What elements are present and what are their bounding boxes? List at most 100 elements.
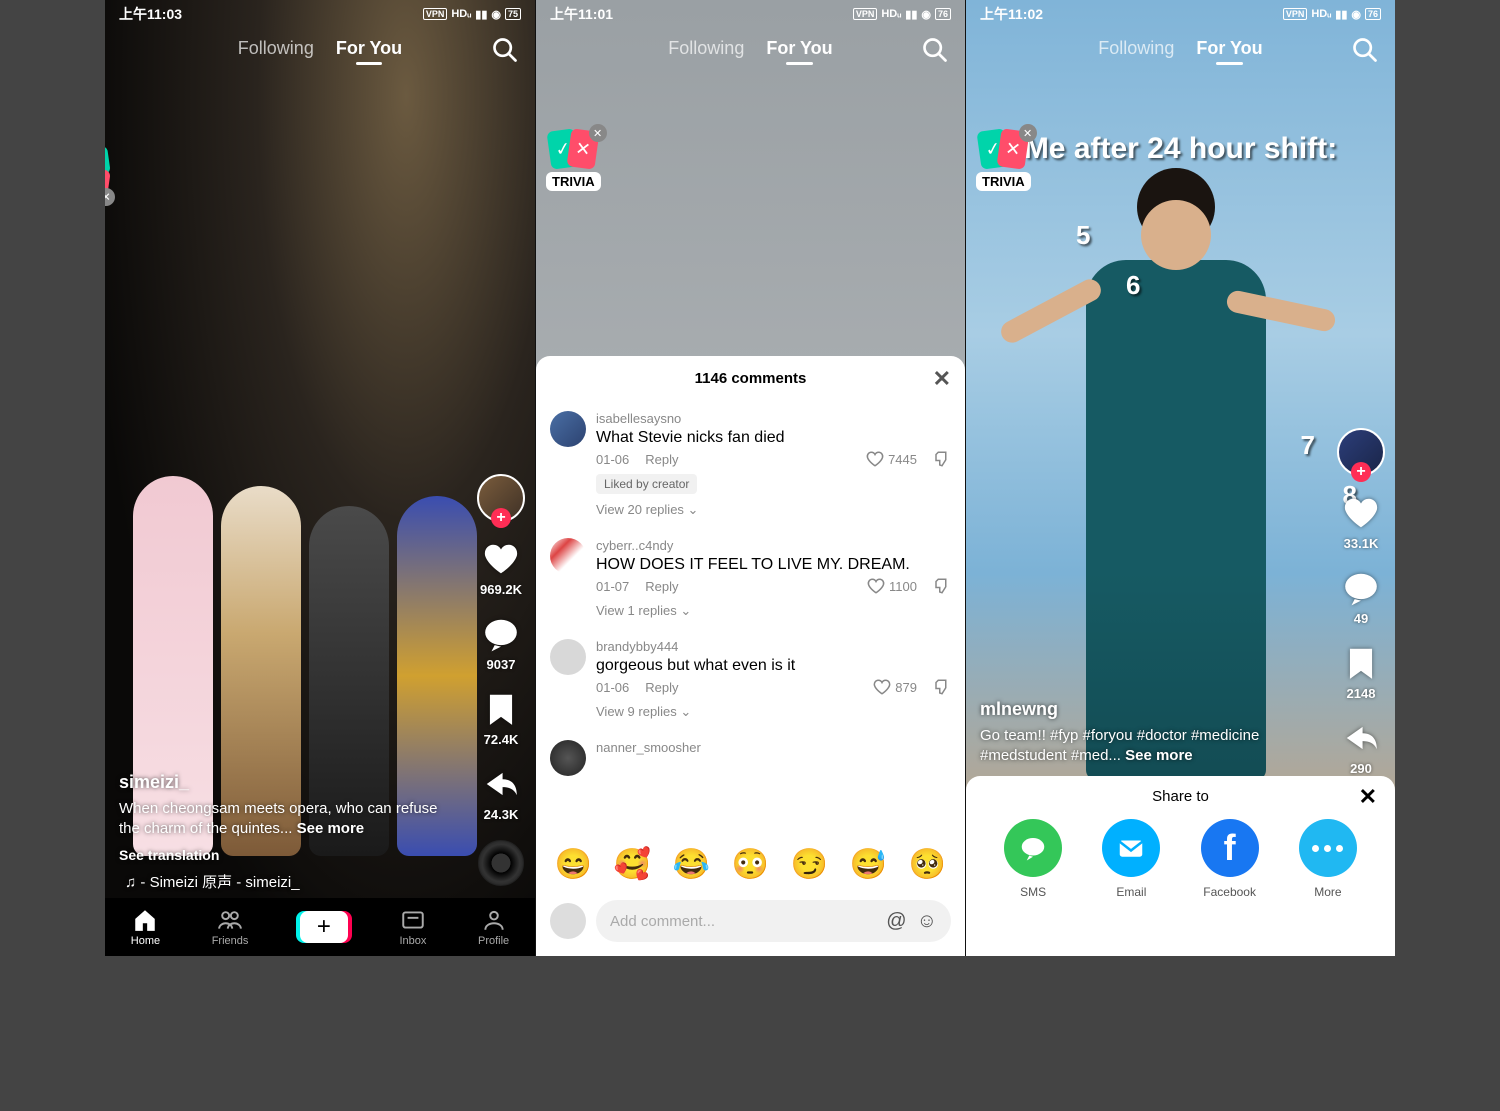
- music-disc-icon[interactable]: [478, 840, 524, 886]
- thumbs-down-icon[interactable]: [933, 577, 951, 595]
- share-button[interactable]: 24.3K: [482, 765, 520, 822]
- nav-inbox-label: Inbox: [400, 935, 427, 947]
- see-translation[interactable]: See translation: [119, 847, 445, 863]
- wifi-icon: ◉: [921, 8, 931, 21]
- comments-list[interactable]: isabellesaysno What Stevie nicks fan die…: [536, 401, 965, 837]
- reply-button[interactable]: Reply: [645, 579, 678, 594]
- search-button[interactable]: [491, 36, 519, 69]
- follow-plus-icon[interactable]: +: [1351, 462, 1371, 482]
- tab-following[interactable]: Following: [668, 38, 744, 59]
- like-button[interactable]: 33.1K: [1342, 494, 1380, 551]
- tab-following[interactable]: Following: [1098, 38, 1174, 59]
- action-rail: + 969.2K 9037 72.4K 24.3K: [477, 474, 525, 886]
- trivia-close-icon[interactable]: ✕: [1019, 124, 1037, 142]
- comment-date: 01-06: [596, 452, 629, 467]
- search-button[interactable]: [921, 36, 949, 69]
- reaction-emoji[interactable]: 😏: [791, 847, 828, 882]
- comment-text: gorgeous but what even is it: [596, 657, 951, 675]
- reaction-emoji[interactable]: 😅: [850, 847, 887, 882]
- commenter-name[interactable]: brandybby444: [596, 639, 951, 654]
- commenter-avatar[interactable]: [550, 639, 586, 675]
- trivia-close-icon[interactable]: ✕: [589, 124, 607, 142]
- search-button[interactable]: [1351, 36, 1379, 69]
- save-button[interactable]: 72.4K: [482, 690, 520, 747]
- trivia-badge[interactable]: ✓✕ TRIVIA ✕: [546, 130, 601, 191]
- signal-icon: ▮▮: [905, 8, 917, 21]
- heart-icon: [482, 540, 520, 578]
- close-share-button[interactable]: ✕: [1359, 784, 1377, 810]
- creator-avatar[interactable]: +: [477, 474, 525, 522]
- create-button[interactable]: +: [300, 911, 348, 943]
- share-option-sms[interactable]: SMS: [1004, 819, 1062, 899]
- commenter-avatar[interactable]: [550, 538, 586, 574]
- comment-button[interactable]: 9037: [482, 615, 520, 672]
- mention-icon[interactable]: @: [886, 910, 906, 933]
- tab-following[interactable]: Following: [238, 38, 314, 59]
- comment-button[interactable]: 49: [1342, 569, 1380, 626]
- self-avatar[interactable]: [550, 903, 586, 939]
- follow-plus-icon[interactable]: +: [491, 508, 511, 528]
- reaction-emoji[interactable]: 🥺: [909, 847, 946, 882]
- like-button[interactable]: 969.2K: [480, 540, 522, 597]
- emoji-icon[interactable]: ☺: [917, 910, 937, 933]
- reaction-emoji[interactable]: 😄: [555, 847, 592, 882]
- nav-friends[interactable]: Friends: [212, 907, 249, 947]
- view-replies-button[interactable]: View 1 replies ⌄: [596, 603, 951, 619]
- tab-for-you[interactable]: For You: [766, 38, 832, 59]
- see-more-button[interactable]: See more: [1125, 747, 1193, 764]
- music-track[interactable]: ♫ - Simeizi 原声 - simeizi_: [119, 871, 445, 892]
- heart-outline-icon[interactable]: [866, 450, 884, 468]
- creator-avatar[interactable]: +: [1337, 428, 1385, 476]
- close-comments-button[interactable]: ✕: [933, 366, 951, 392]
- search-icon: [1351, 36, 1379, 64]
- bookmark-icon: [1342, 644, 1380, 682]
- nav-home[interactable]: Home: [131, 907, 160, 947]
- share-icon: [482, 765, 520, 803]
- reaction-emoji[interactable]: 🥰: [614, 847, 651, 882]
- hd-indicator: HDᵤ: [1311, 8, 1331, 20]
- thumbs-down-icon[interactable]: [933, 450, 951, 468]
- trivia-badge[interactable]: ✓✕ TRIVIA ✕: [105, 145, 109, 200]
- hd-indicator: HDᵤ: [451, 8, 471, 20]
- share-count: 290: [1350, 761, 1372, 776]
- nav-friends-label: Friends: [212, 935, 249, 947]
- comment-count: 9037: [487, 657, 516, 672]
- see-more-button[interactable]: See more: [297, 820, 365, 837]
- tab-for-you[interactable]: For You: [336, 38, 402, 59]
- reply-button[interactable]: Reply: [645, 680, 678, 695]
- nav-inbox[interactable]: Inbox: [400, 907, 427, 947]
- nav-profile[interactable]: Profile: [478, 907, 509, 947]
- username[interactable]: simeizi_: [119, 772, 445, 793]
- share-button[interactable]: 290: [1342, 719, 1380, 776]
- caption-text: When cheongsam meets opera, who can refu…: [119, 800, 438, 837]
- commenter-name[interactable]: nanner_smoosher: [596, 740, 951, 755]
- top-nav: Following For You: [536, 38, 965, 59]
- commenter-avatar[interactable]: [550, 411, 586, 447]
- save-button[interactable]: 2148: [1342, 644, 1380, 701]
- view-replies-button[interactable]: View 9 replies ⌄: [596, 704, 951, 720]
- tab-for-you[interactable]: For You: [1196, 38, 1262, 59]
- commenter-name[interactable]: isabellesaysno: [596, 411, 951, 426]
- status-time: 上午11:01: [550, 4, 613, 24]
- share-option-facebook[interactable]: f Facebook: [1201, 819, 1259, 899]
- home-icon: [132, 907, 158, 933]
- vpn-indicator: VPN: [423, 8, 448, 20]
- thumbs-down-icon[interactable]: [933, 678, 951, 696]
- view-replies-button[interactable]: View 20 replies ⌄: [596, 502, 951, 518]
- status-bar: 上午11:01 VPN HDᵤ ▮▮ ◉ 76: [536, 0, 965, 28]
- battery-indicator: 76: [1365, 8, 1381, 20]
- share-option-email[interactable]: Email: [1102, 819, 1160, 899]
- overlay-number: 5: [1076, 220, 1090, 251]
- comment-input[interactable]: Add comment... @ ☺: [596, 900, 951, 942]
- reaction-emoji[interactable]: 😳: [732, 847, 769, 882]
- trivia-badge[interactable]: ✓✕ TRIVIA ✕: [976, 130, 1031, 191]
- vpn-indicator: VPN: [853, 8, 878, 20]
- heart-outline-icon[interactable]: [867, 577, 885, 595]
- commenter-avatar[interactable]: [550, 740, 586, 776]
- heart-outline-icon[interactable]: [873, 678, 891, 696]
- share-option-more[interactable]: More: [1299, 819, 1357, 899]
- reply-button[interactable]: Reply: [645, 452, 678, 467]
- commenter-name[interactable]: cyberr..c4ndy: [596, 538, 951, 553]
- reaction-emoji[interactable]: 😂: [673, 847, 710, 882]
- username[interactable]: mlnewng: [980, 699, 1295, 720]
